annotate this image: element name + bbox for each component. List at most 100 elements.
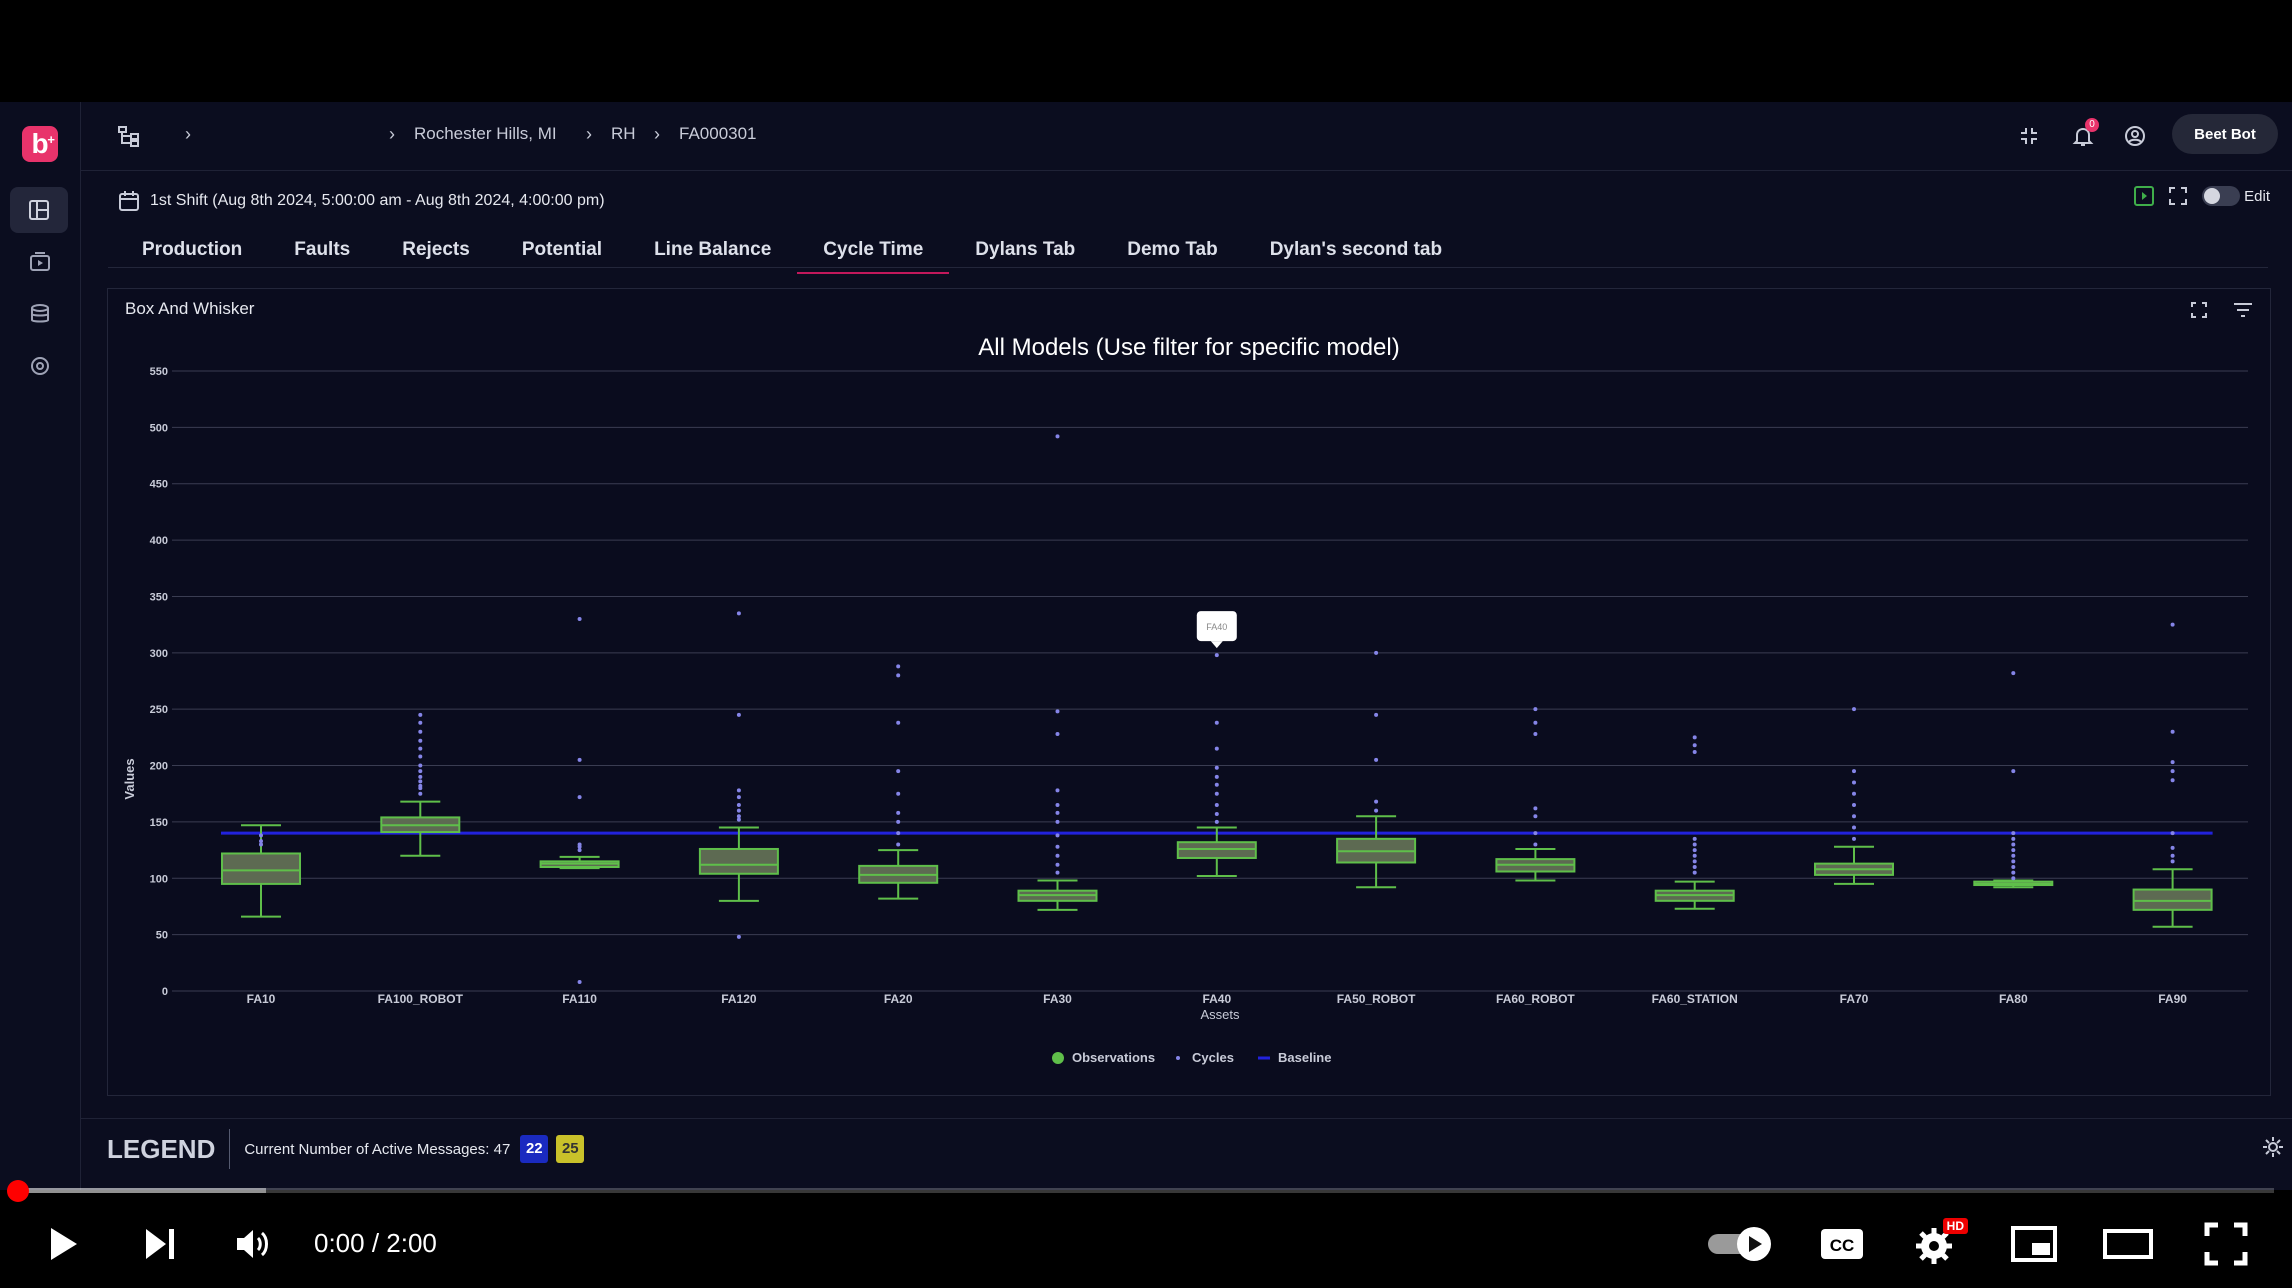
expand-icon[interactable] bbox=[2188, 299, 2210, 321]
legend-label: Baseline bbox=[1278, 1050, 1331, 1065]
breadcrumb-asset[interactable]: FA000301 bbox=[679, 124, 757, 144]
app-logo[interactable]: b + bbox=[22, 126, 58, 162]
cycle-point bbox=[1214, 746, 1219, 751]
cycle-point bbox=[896, 720, 901, 725]
iqr-box bbox=[1176, 841, 1257, 859]
captions-icon[interactable]: CC bbox=[1814, 1216, 1870, 1272]
dashboard-icon[interactable] bbox=[10, 187, 68, 233]
tab-dylans-tab[interactable]: Dylans Tab bbox=[949, 232, 1101, 268]
cycle-point bbox=[1214, 791, 1219, 796]
active-messages-text: Current Number of Active Messages: 47 bbox=[244, 1140, 511, 1158]
cycle-point bbox=[418, 720, 423, 725]
cycle-point bbox=[1692, 848, 1697, 853]
user-circle-icon[interactable] bbox=[2121, 122, 2149, 150]
box-fa100_robot bbox=[380, 800, 461, 857]
cycle-point bbox=[896, 842, 901, 847]
database-icon[interactable] bbox=[24, 298, 56, 330]
cycle-point bbox=[2170, 859, 2175, 864]
cycle-point bbox=[1374, 808, 1379, 813]
box-fa120 bbox=[698, 826, 779, 902]
tab-dylans-second-tab[interactable]: Dylan's second tab bbox=[1244, 232, 1468, 268]
cycle-point bbox=[896, 673, 901, 678]
chart-tooltip: FA40 bbox=[1196, 611, 1237, 649]
miniplayer-icon[interactable] bbox=[2006, 1216, 2062, 1272]
chevron-right-icon: › bbox=[185, 124, 191, 144]
settings-gear-icon[interactable]: HD bbox=[1910, 1216, 1968, 1272]
breadcrumb-location[interactable]: Rochester Hills, MI bbox=[414, 124, 557, 144]
cycle-point bbox=[2170, 769, 2175, 774]
autoplay-toggle[interactable] bbox=[1700, 1216, 1780, 1272]
blue-message-badge[interactable]: 22 bbox=[520, 1135, 549, 1163]
shift-selector[interactable]: 1st Shift (Aug 8th 2024, 5:00:00 am - Au… bbox=[118, 186, 605, 216]
cycle-point bbox=[1374, 757, 1379, 762]
cycle-point bbox=[2170, 622, 2175, 627]
cycle-point bbox=[1852, 791, 1856, 796]
filter-icon[interactable] bbox=[2232, 299, 2254, 321]
tab-potential[interactable]: Potential bbox=[496, 232, 628, 268]
cycle-point bbox=[896, 664, 901, 669]
chevron-right-icon: › bbox=[586, 124, 592, 144]
yellow-message-badge[interactable]: 25 bbox=[556, 1135, 585, 1163]
breadcrumb-site[interactable]: RH bbox=[611, 124, 636, 144]
tab-rejects[interactable]: Rejects bbox=[376, 232, 496, 268]
x-axis-label: Assets bbox=[1200, 1007, 1240, 1022]
tooltip-pointer bbox=[1210, 641, 1223, 649]
cycle-point bbox=[259, 833, 263, 838]
box-fa50_robot bbox=[1336, 815, 1417, 889]
cycle-point bbox=[1852, 780, 1856, 785]
edit-toggle[interactable] bbox=[2202, 186, 2241, 206]
tab-production[interactable]: Production bbox=[116, 232, 268, 268]
x-tick-label: FA60_ROBOT bbox=[1496, 992, 1575, 1006]
cycle-point bbox=[1055, 731, 1060, 736]
cycle-point bbox=[736, 611, 741, 616]
theater-mode-icon[interactable] bbox=[2100, 1216, 2156, 1272]
cycle-point bbox=[418, 729, 423, 734]
cycle-point bbox=[1055, 862, 1060, 867]
cycle-point bbox=[736, 803, 741, 807]
cycle-point bbox=[736, 808, 741, 813]
presentation-play-icon[interactable] bbox=[2134, 186, 2155, 206]
progress-scrubber[interactable] bbox=[7, 1180, 29, 1202]
legend-marker bbox=[1176, 1056, 1180, 1060]
tab-line-balance[interactable]: Line Balance bbox=[628, 232, 797, 268]
bell-icon[interactable]: 0 bbox=[2069, 118, 2099, 150]
calendar-icon bbox=[119, 191, 139, 211]
cycle-point bbox=[2170, 729, 2175, 734]
legend-label: Observations bbox=[1072, 1050, 1155, 1065]
hd-badge: HD bbox=[1942, 1218, 1968, 1234]
cycle-point bbox=[1214, 803, 1219, 807]
cycle-point bbox=[1214, 812, 1219, 817]
edit-controls: Edit bbox=[2134, 186, 2270, 206]
cycle-point bbox=[1055, 788, 1060, 793]
x-tick-label: FA120 bbox=[721, 992, 757, 1006]
cycle-point bbox=[1055, 803, 1060, 807]
gear-icon[interactable] bbox=[2262, 1136, 2284, 1158]
box-fa10 bbox=[221, 824, 301, 918]
user-menu-button[interactable]: Beet Bot bbox=[2172, 114, 2278, 154]
fullscreen-player-icon[interactable] bbox=[2198, 1216, 2254, 1272]
cycle-point bbox=[418, 779, 423, 784]
media-icon[interactable] bbox=[24, 246, 56, 278]
cycle-point bbox=[2011, 671, 2016, 676]
tab-cycle-time[interactable]: Cycle Time bbox=[797, 232, 950, 274]
collapse-screen-icon[interactable] bbox=[2015, 122, 2043, 150]
next-icon[interactable] bbox=[132, 1216, 188, 1272]
tab-faults[interactable]: Faults bbox=[268, 232, 376, 268]
box-whisker-chart: All Models (Use filter for specific mode… bbox=[122, 334, 2248, 1065]
tooltip-label: FA40 bbox=[1206, 622, 1227, 632]
cycle-point bbox=[736, 788, 741, 793]
cycle-point bbox=[2170, 831, 2175, 836]
sidebar: b + bbox=[0, 102, 81, 1190]
hierarchy-icon[interactable] bbox=[115, 122, 143, 150]
fullscreen-icon[interactable] bbox=[2168, 186, 2188, 206]
edit-label: Edit bbox=[2244, 187, 2270, 205]
progress-bar[interactable] bbox=[18, 1188, 2274, 1193]
cycle-point bbox=[1692, 836, 1697, 841]
cycle-point bbox=[2170, 760, 2175, 765]
volume-icon[interactable] bbox=[226, 1216, 282, 1272]
play-icon[interactable] bbox=[36, 1216, 92, 1272]
y-tick-label: 300 bbox=[150, 648, 168, 660]
settings-circle-icon[interactable] bbox=[24, 350, 56, 382]
cycle-point bbox=[2170, 853, 2175, 858]
tab-demo-tab[interactable]: Demo Tab bbox=[1101, 232, 1243, 268]
